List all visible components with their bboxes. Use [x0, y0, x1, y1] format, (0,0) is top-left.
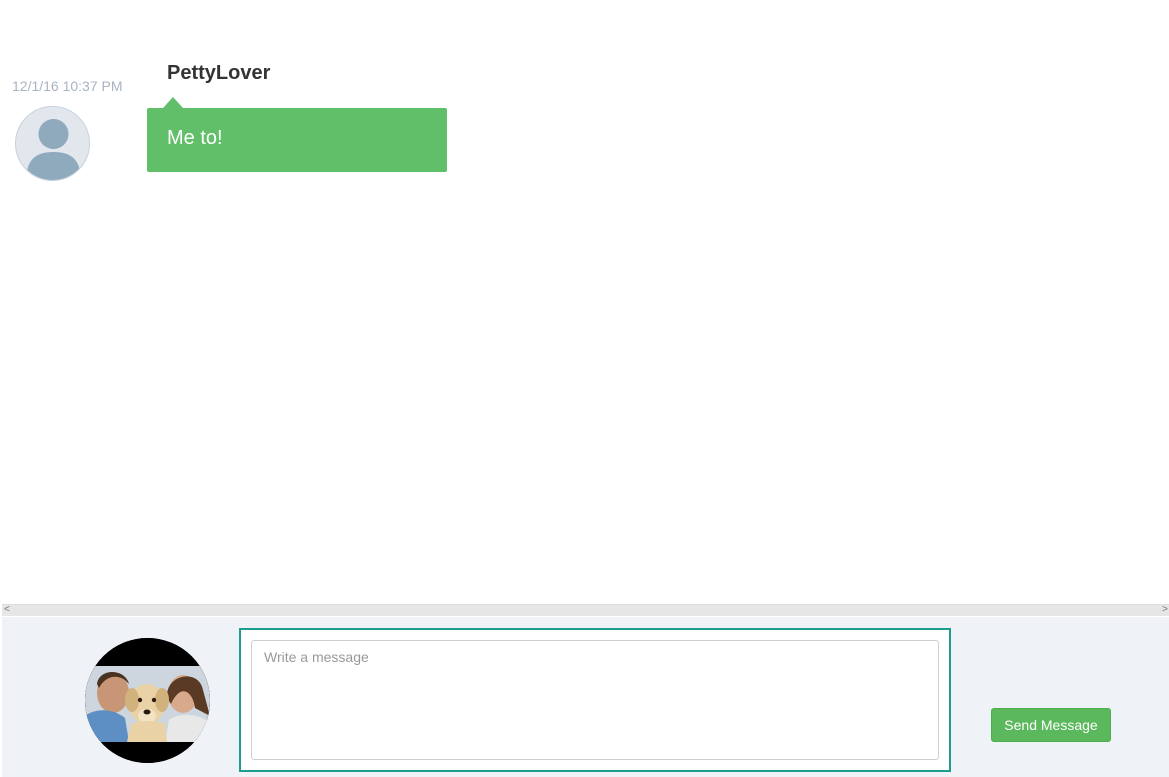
chat-messages-area: 12/1/16 10:37 PM PettyLover Me to! [0, 0, 1169, 604]
message-timestamp: 12/1/16 10:37 PM [12, 78, 123, 94]
message-bubble: Me to! [147, 108, 447, 172]
message-text: Me to! [167, 127, 223, 149]
profile-photo-image [85, 638, 210, 763]
horizontal-scrollbar[interactable]: < > [2, 604, 1169, 616]
send-message-button[interactable]: Send Message [991, 708, 1111, 742]
default-user-icon [15, 106, 90, 181]
scroll-left-arrow[interactable]: < [4, 604, 10, 616]
message-sender-name: PettyLover [167, 62, 271, 84]
bubble-pointer [163, 97, 183, 108]
user-profile-photo [85, 638, 210, 763]
scroll-right-arrow[interactable]: > [1162, 604, 1168, 616]
message-input[interactable] [251, 640, 939, 760]
person-silhouette-icon [26, 119, 81, 180]
message-input-frame [239, 628, 951, 772]
